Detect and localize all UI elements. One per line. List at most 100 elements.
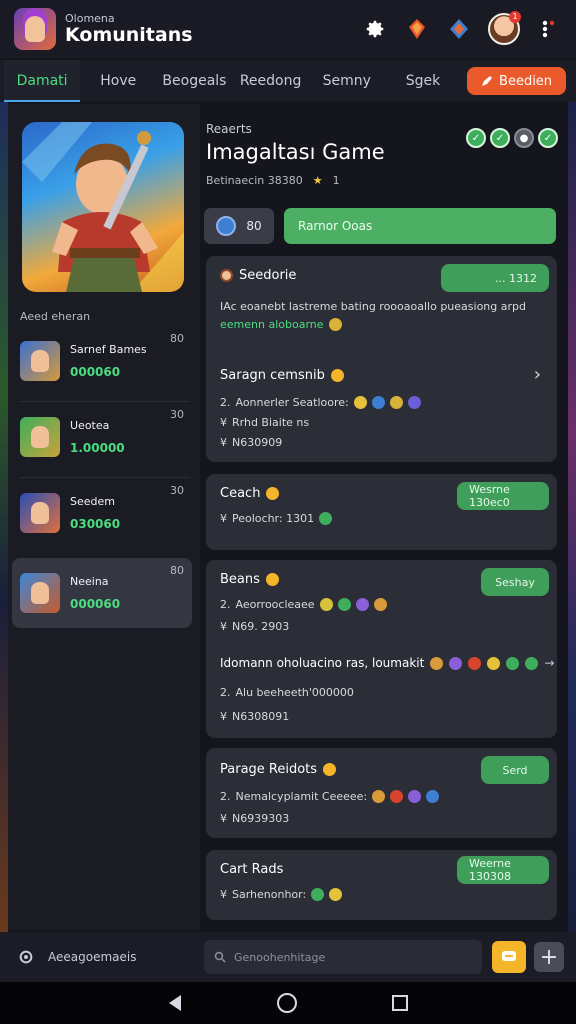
line-text: Alu beeheeth'000000 — [235, 686, 354, 699]
back-icon[interactable] — [167, 994, 183, 1012]
tab-damati[interactable]: Damati — [4, 60, 81, 102]
card-tag-pill[interactable]: Serd — [481, 756, 549, 784]
card-line: ¥ Peolochr: 1301 — [220, 512, 333, 525]
notification-badge: 1 — [509, 11, 521, 23]
recents-icon[interactable] — [391, 994, 409, 1012]
locked-badge-icon[interactable]: ● — [514, 128, 534, 148]
emoji-icon — [408, 790, 422, 803]
game-score: 030060 — [70, 517, 121, 531]
top-icons: 1 — [362, 11, 562, 45]
line-prefix: ¥ — [220, 512, 227, 525]
game-meta: Betinaecin 38380 ★ 1 — [206, 174, 340, 187]
emoji-icon — [265, 573, 279, 586]
card-title-row: Ceach — [220, 486, 280, 501]
post-card[interactable]: Beans Seshay 2. Aeorroocleaee ¥ N69. 290… — [206, 560, 557, 738]
emoji-icon — [353, 396, 367, 409]
add-button[interactable]: + — [534, 942, 564, 972]
app-subtitle: Olomena — [65, 11, 115, 25]
post-card[interactable]: Seedorie ... 1312 IAc eoanebt lastreme b… — [206, 256, 557, 462]
emoji-icon — [506, 656, 520, 670]
tab-sgek[interactable]: Sgek — [385, 60, 461, 102]
line-prefix: ¥ — [220, 888, 227, 901]
card-title: Beans — [220, 572, 260, 587]
card-tag-pill[interactable]: Wesrne 130ec0 — [457, 482, 549, 510]
game-list-item-selected[interactable]: Neeina 000060 80 — [12, 558, 192, 628]
top-bar: Olomena Komunitans 1 — [0, 0, 576, 58]
emoji-icon — [311, 888, 325, 901]
line-text: N6308091 — [232, 710, 290, 723]
game-count: 80 — [170, 332, 184, 345]
card-title: Parage Reidots — [220, 762, 318, 777]
line-prefix: 2. — [220, 396, 231, 409]
game-thumbnail — [20, 493, 60, 533]
emoji-icon — [407, 396, 421, 409]
settings-icon — [19, 950, 33, 964]
line-text: Sarhenonhor: — [232, 888, 307, 901]
card-title: Ceach — [220, 486, 261, 501]
card-tag-pill[interactable]: ... 1312 — [441, 264, 549, 292]
game-subtitle: Reaerts — [206, 122, 252, 136]
follow-counter-button[interactable]: 80 — [204, 208, 274, 244]
arrow-icon[interactable]: → — [544, 656, 554, 670]
card-title-row: Parage Reidots — [220, 762, 337, 777]
tab-hove[interactable]: Hove — [80, 60, 156, 102]
tab-beogeals[interactable]: Beogeals — [156, 60, 232, 102]
fire-crystal-icon[interactable] — [404, 16, 430, 42]
tab-action-button[interactable]: Beedien — [467, 67, 567, 95]
game-cover-art[interactable] — [22, 122, 184, 292]
app-title: Komunitans — [65, 23, 193, 46]
line-prefix: 2. — [220, 686, 231, 699]
check-badge-icon[interactable]: ✓ — [466, 128, 486, 148]
pen-icon — [482, 76, 493, 86]
sidebar: Aeed eheran Sarnef Bames 000060 80 Ueote… — [8, 104, 200, 930]
gear-icon[interactable] — [362, 16, 388, 42]
game-list-item[interactable]: Ueotea 1.00000 30 — [12, 402, 192, 472]
line-prefix: 2. — [220, 598, 231, 611]
search-input[interactable] — [234, 950, 464, 964]
card-tag-pill[interactable]: Weerne 130308 — [457, 856, 549, 884]
join-button[interactable]: Rarnor Ooas — [284, 208, 556, 244]
game-name: Neeina — [70, 575, 109, 588]
card-line: 2. Aeorroocleaee — [220, 598, 387, 611]
follow-count: 80 — [246, 219, 262, 233]
tab-semny[interactable]: Semny — [309, 60, 385, 102]
emoji-icon — [355, 598, 369, 611]
bottom-bar: Aeeagoemaeis + — [0, 932, 576, 982]
tab-reedong[interactable]: Reedong — [233, 60, 309, 102]
tab-bar: Damati Hove Beogeals Reedong Semny Sgek … — [0, 60, 576, 102]
card-title-row: Cart Rads — [220, 862, 283, 877]
meta-count: 1 — [332, 174, 340, 187]
post-card[interactable]: Ceach Wesrne 130ec0 ¥ Peolochr: 1301 — [206, 474, 557, 550]
card-line: 2. Aonnerler Seatloore: — [220, 396, 421, 409]
tab-action-label: Beedien — [499, 73, 553, 89]
card-title-row: Beans — [220, 572, 279, 587]
profile-avatar[interactable]: 1 — [488, 11, 521, 45]
card-title: Seedorie — [239, 268, 297, 283]
search-bar[interactable] — [204, 940, 482, 974]
emoji-icon — [323, 763, 337, 776]
card-subtitle: Idomann oholuacino ras, loumakit — [220, 656, 425, 670]
globe-icon — [216, 216, 237, 236]
chat-icon — [502, 951, 516, 961]
chat-button[interactable] — [492, 941, 526, 973]
more-icon[interactable] — [536, 16, 562, 42]
emoji-icon — [328, 318, 342, 331]
line-text: Rrhd Biaite ns — [232, 416, 310, 429]
check-badge-icon[interactable]: ✓ — [490, 128, 510, 148]
check-badge-icon[interactable]: ✓ — [538, 128, 558, 148]
bottom-left-group[interactable]: Aeeagoemaeis — [10, 949, 204, 965]
user-avatar — [220, 269, 233, 282]
chevron-right-icon[interactable]: › — [534, 364, 541, 385]
background-art-left — [0, 100, 8, 934]
post-card[interactable]: Parage Reidots Serd 2. Nemalcyplamit Cee… — [206, 748, 557, 838]
line-prefix: ¥ — [220, 620, 227, 633]
game-list-item[interactable]: Seedem 030060 30 — [12, 478, 192, 548]
card-tag-pill[interactable]: Seshay — [481, 568, 549, 596]
card-line: ¥ Sarhenonhor: — [220, 888, 343, 901]
post-card[interactable]: Cart Rads Weerne 130308 ¥ Sarhenonhor: — [206, 850, 557, 920]
game-list-item[interactable]: Sarnef Bames 000060 80 — [12, 326, 192, 396]
line-text: Aeorroocleaee — [235, 598, 315, 611]
gem-icon[interactable] — [446, 16, 472, 42]
app-logo[interactable] — [14, 8, 56, 50]
home-icon[interactable] — [276, 992, 298, 1014]
